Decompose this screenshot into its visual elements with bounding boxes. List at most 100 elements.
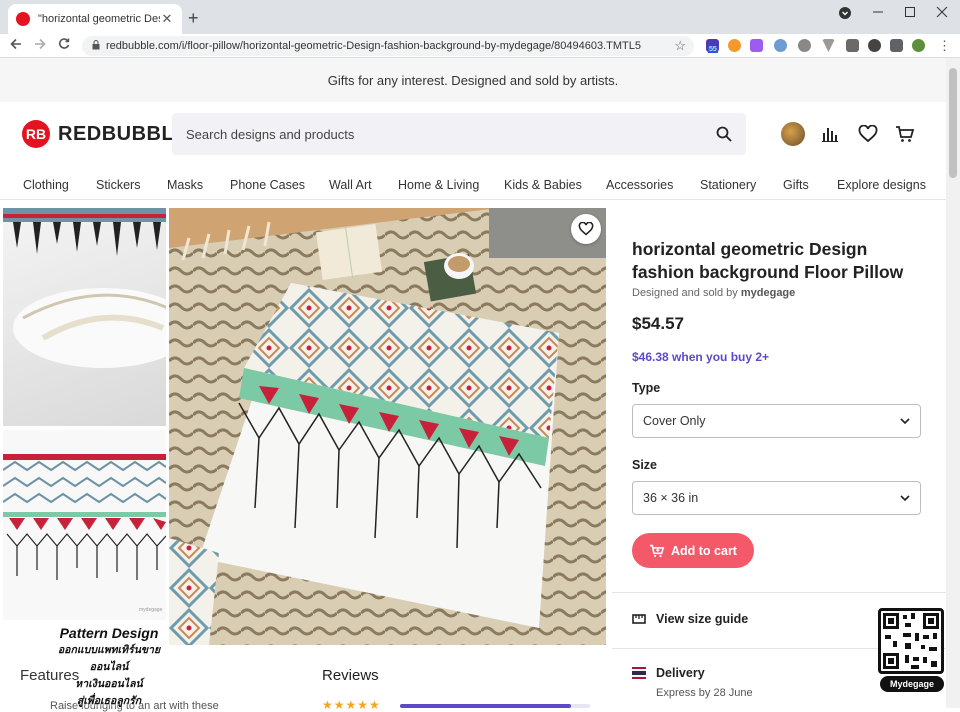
- promo-banner-text: Gifts for any interest. Designed and sol…: [327, 72, 619, 88]
- ruler-icon: [632, 614, 646, 624]
- review-stars: ★★★★★: [322, 698, 381, 712]
- seller-link[interactable]: mydegage: [741, 287, 795, 299]
- divider: [612, 592, 946, 593]
- extension-fox-icon[interactable]: [728, 39, 741, 52]
- main-product-image[interactable]: [169, 208, 606, 645]
- watermark-line-3: สู่เพื่อเธอลูกรัก: [76, 695, 142, 707]
- close-window-icon[interactable]: [936, 6, 948, 21]
- watermark-line-1: ออกแบบแพทเทิร์นขายออนไลน์: [57, 644, 161, 673]
- avatar: [781, 122, 805, 146]
- nav-item-home-living[interactable]: Home & Living: [398, 178, 479, 192]
- logo-mark: RB: [22, 120, 50, 148]
- favorite-button[interactable]: [571, 214, 601, 244]
- address-bar[interactable]: redbubble.com/i/floor-pillow/horizontal-…: [82, 36, 694, 56]
- add-to-cart-button[interactable]: Add to cart: [632, 533, 754, 568]
- browser-toolbar: redbubble.com/i/floor-pillow/horizontal-…: [0, 34, 960, 58]
- dashboard-chart-icon[interactable]: [818, 122, 842, 146]
- account-avatar[interactable]: [781, 122, 805, 146]
- qr-code-label: Mydegage: [880, 676, 944, 692]
- redbubble-favicon-icon: [16, 12, 30, 26]
- chevron-down-icon: [900, 415, 910, 427]
- nav-item-clothing[interactable]: Clothing: [23, 178, 69, 192]
- browser-tab[interactable]: "horizontal geometric Design fas ✕: [8, 4, 182, 34]
- size-select-value: 36 × 36 in: [643, 491, 699, 505]
- chevron-down-icon: [900, 492, 910, 504]
- qr-code-icon: [878, 608, 944, 674]
- minimize-icon[interactable]: [872, 6, 884, 21]
- add-cart-icon: [650, 544, 665, 557]
- maximize-icon[interactable]: [904, 6, 916, 21]
- extension-badge-icon[interactable]: 55: [706, 39, 719, 53]
- type-label: Type: [632, 381, 661, 395]
- watermark-title: Pattern Design: [59, 625, 159, 641]
- delivery-label: Delivery: [656, 666, 705, 680]
- add-to-cart-label: Add to cart: [671, 543, 737, 558]
- gallery-thumbnail-1[interactable]: [3, 208, 166, 426]
- favorites-heart-icon[interactable]: [856, 122, 880, 146]
- new-tab-button[interactable]: +: [188, 8, 199, 29]
- delivery-date: Express by 28 June: [656, 687, 753, 699]
- extension-purple-icon[interactable]: [750, 39, 763, 52]
- extension-gray-icon[interactable]: [798, 39, 811, 52]
- redbubble-logo[interactable]: RB REDBUBBLE: [22, 120, 188, 148]
- extension-blue-icon[interactable]: [774, 39, 787, 52]
- nav-item-kids-babies[interactable]: Kids & Babies: [504, 178, 582, 192]
- product-title: horizontal geometric Design fashion back…: [632, 239, 904, 282]
- delivery-info: Delivery: [632, 666, 705, 680]
- rating-bar-fill: [400, 704, 571, 708]
- type-select-value: Cover Only: [643, 414, 706, 428]
- review-rating-bar: [400, 704, 590, 708]
- nav-item-gifts[interactable]: Gifts: [783, 178, 809, 192]
- seller-line: Designed and sold by mydegage: [632, 287, 795, 299]
- size-guide-link[interactable]: View size guide: [632, 612, 748, 626]
- watermark-line-2: หาเงินออนไลน์: [75, 678, 143, 690]
- search-placeholder: Search designs and products: [186, 126, 355, 142]
- browser-tab-bar: "horizontal geometric Design fas ✕ +: [0, 0, 960, 34]
- search-input[interactable]: Search designs and products: [172, 113, 746, 155]
- promo-banner: Gifts for any interest. Designed and sol…: [0, 58, 946, 102]
- tab-title: "horizontal geometric Design fas: [38, 13, 160, 25]
- watermark-overlay: Pattern Design ออกแบบแพทเทิร์นขายออนไลน์…: [44, 625, 174, 709]
- reviews-heading: Reviews: [322, 667, 379, 684]
- nav-item-explore-designs[interactable]: Explore designs: [837, 178, 926, 192]
- site-header: RB REDBUBBLE Search designs and products: [0, 102, 946, 166]
- close-tab-icon[interactable]: ✕: [160, 11, 174, 27]
- scrollbar-thumb[interactable]: [949, 68, 957, 178]
- nav-item-masks[interactable]: Masks: [167, 178, 203, 192]
- extension-vee-icon[interactable]: [822, 39, 835, 52]
- size-label: Size: [632, 458, 658, 472]
- extensions-puzzle-icon[interactable]: [890, 39, 903, 52]
- thailand-flag-icon: [632, 667, 646, 679]
- thumbnail-caption: mydegage: [139, 607, 163, 613]
- type-select[interactable]: Cover Only: [632, 404, 921, 438]
- extension-recycle-icon[interactable]: [846, 39, 859, 52]
- cart-icon[interactable]: [893, 122, 917, 146]
- logo-wordmark: REDBUBBLE: [58, 122, 189, 145]
- profile-avatar-icon[interactable]: [912, 39, 925, 52]
- nav-item-stickers[interactable]: Stickers: [96, 178, 140, 192]
- nav-item-stationery[interactable]: Stationery: [700, 178, 756, 192]
- browser-menu-icon[interactable]: ⋮: [938, 38, 951, 54]
- page-scrollbar[interactable]: [946, 58, 960, 708]
- tab-search-icon[interactable]: [838, 6, 852, 23]
- gallery-thumbnail-2[interactable]: mydegage: [3, 430, 166, 620]
- heart-icon: [578, 222, 594, 236]
- extension-badge-count: 55: [708, 46, 718, 53]
- reload-icon[interactable]: [58, 37, 70, 54]
- back-icon[interactable]: [10, 37, 22, 54]
- product-price: $54.57: [632, 314, 684, 333]
- seller-prefix: Designed and sold by: [632, 287, 738, 299]
- bookmark-star-icon[interactable]: ☆: [674, 38, 686, 54]
- bulk-discount: $46.38 when you buy 2+: [632, 350, 770, 364]
- url-text: redbubble.com/i/floor-pillow/horizontal-…: [106, 40, 641, 52]
- nav-item-accessories[interactable]: Accessories: [606, 178, 673, 192]
- size-select[interactable]: 36 × 36 in: [632, 481, 921, 515]
- search-icon[interactable]: [716, 126, 732, 142]
- lock-icon: [92, 40, 100, 52]
- size-guide-label: View size guide: [656, 612, 749, 626]
- extension-block-icon[interactable]: [868, 39, 881, 52]
- nav-item-phone-cases[interactable]: Phone Cases: [230, 178, 305, 192]
- nav-item-wall-art[interactable]: Wall Art: [329, 178, 372, 192]
- forward-icon[interactable]: [34, 37, 46, 54]
- category-nav: Clothing Stickers Masks Phone Cases Wall…: [0, 170, 946, 200]
